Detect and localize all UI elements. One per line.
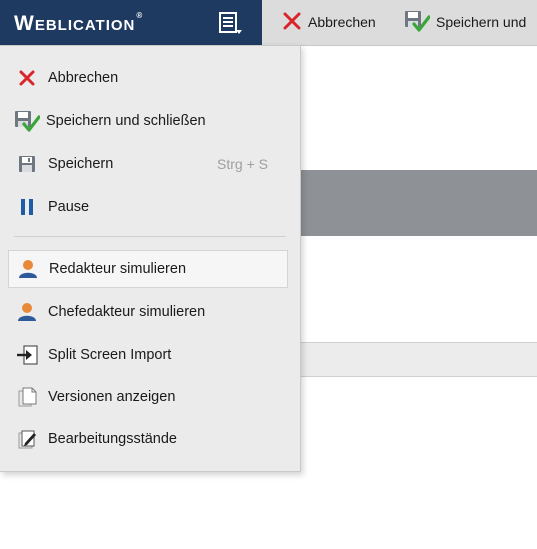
menu-item-label: Speichern [48,156,114,172]
menu-item-label: Speichern und schließen [46,113,206,129]
save-check-icon [404,9,431,36]
menu-item-show-versions[interactable]: Versionen anzeigen [8,379,288,415]
menu-item-label: Chefedakteur simulieren [48,304,206,320]
toolbar-save-close-button[interactable]: Speichern und [404,9,526,35]
user-icon [17,258,39,280]
action-menu: Abbrechen Speichern und schließen Speich… [0,45,301,472]
menu-toggle-icon[interactable] [216,10,244,36]
edit-states-icon [16,428,38,450]
floppy-icon [16,153,38,175]
brand-bar: WEBLICATION® [0,0,262,45]
cancel-x-icon [16,67,38,89]
toolbar-save-close-label: Speichern und [436,14,527,30]
user-icon [16,301,38,323]
menu-item-pause[interactable]: Pause [8,189,288,225]
toolbar-cancel-label: Abbrechen [308,14,376,30]
page: WEBLICATION® Abbrechen Speichern und Abb… [0,0,537,549]
cancel-x-icon [282,11,302,34]
menu-item-label: Pause [48,199,90,215]
menu-separator [14,236,286,237]
menu-item-edit-states[interactable]: Bearbeitungsstände [8,421,288,457]
menu-item-save[interactable]: Speichern Strg + S [8,146,288,182]
brand-logo: WEBLICATION® [14,11,144,35]
menu-item-simulate-chief-editor[interactable]: Chefedakteur simulieren [8,294,288,330]
menu-item-label: Bearbeitungsstände [48,431,177,447]
menu-item-label: Abbrechen [48,70,119,86]
menu-item-label: Split Screen Import [48,347,172,363]
menu-item-label: Redakteur simulieren [49,261,187,277]
shortcut-hint: Strg + S [217,156,268,172]
menu-item-save-close[interactable]: Speichern und schließen [8,103,288,139]
import-icon [16,344,38,366]
pause-icon [16,196,38,218]
menu-item-label: Versionen anzeigen [48,389,176,405]
toolbar-cancel-button[interactable]: Abbrechen [282,9,376,35]
menu-item-split-screen-import[interactable]: Split Screen Import [8,337,288,373]
toolbar: Abbrechen Speichern und [262,0,537,46]
menu-item-cancel[interactable]: Abbrechen [8,60,288,96]
save-check-icon [14,110,40,132]
versions-icon [16,386,38,408]
menu-item-simulate-editor[interactable]: Redakteur simulieren [8,250,288,288]
